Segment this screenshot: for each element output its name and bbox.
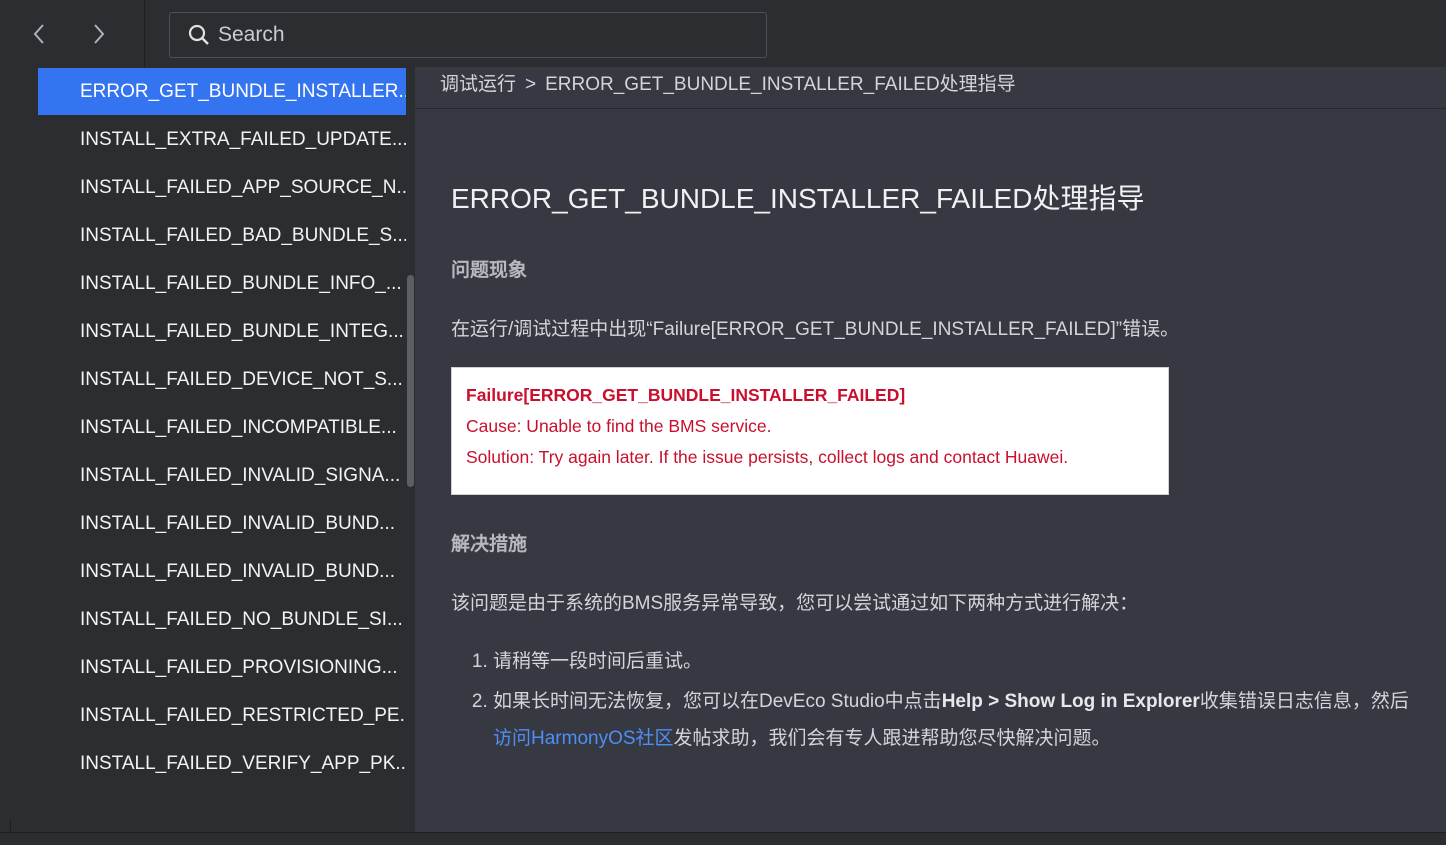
step-1-text: 请稍等一段时间后重试。 — [493, 651, 703, 672]
sidebar-scrollbar[interactable] — [407, 275, 414, 487]
breadcrumb: 调试运行 > ERROR_GET_BUNDLE_INSTALLER_FAILED处理… — [415, 67, 1446, 109]
error-line-cause: Cause: Unable to find the BMS service. — [466, 416, 772, 436]
sidebar-item-install-failed-restricted[interactable]: INSTALL_FAILED_RESTRICTED_PE... — [38, 692, 406, 739]
search-input[interactable] — [216, 22, 720, 48]
step-2-menu-path: Help > Show Log in Explorer — [941, 691, 1200, 712]
sidebar-item-install-failed-device-not[interactable]: INSTALL_FAILED_DEVICE_NOT_S... — [38, 356, 406, 403]
error-line-failure: Failure[ERROR_GET_BUNDLE_INSTALLER_FAILE… — [466, 385, 906, 405]
step-2-text-mid: 收集错误日志信息，然后 — [1199, 691, 1409, 712]
sidebar-item-install-failed-no-bundle[interactable]: INSTALL_FAILED_NO_BUNDLE_SI... — [38, 596, 406, 643]
breadcrumb-current: ERROR_GET_BUNDLE_INSTALLER_FAILED处理指导 — [545, 74, 1016, 95]
solution-text: 该问题是由于系统的BMS服务异常导致，您可以尝试通过如下两种方式进行解决： — [451, 593, 1139, 614]
symptom-text: 在运行/调试过程中出现“Failure[ERROR_GET_BUNDLE_INS… — [451, 319, 1180, 340]
chevron-left-icon — [33, 24, 44, 44]
back-button[interactable] — [24, 18, 54, 50]
sidebar-item-install-failed-bad-bundle[interactable]: INSTALL_FAILED_BAD_BUNDLE_S... — [38, 212, 406, 259]
search-icon — [188, 24, 209, 45]
sidebar-item-install-failed-invalid-signa[interactable]: INSTALL_FAILED_INVALID_SIGNA... — [38, 452, 406, 499]
search-box[interactable] — [169, 12, 767, 58]
top-toolbar — [0, 0, 1446, 68]
step-2-text-pre: 如果长时间无法恢复，您可以在DevEco Studio中点击 — [493, 691, 942, 712]
section-heading-symptom: 问题现象 — [451, 260, 528, 281]
solution-step-1: 请稍等一段时间后重试。 — [493, 643, 1411, 680]
sidebar-item-install-failed-bundle-integ[interactable]: INSTALL_FAILED_BUNDLE_INTEG... — [38, 308, 406, 355]
harmonyos-community-link[interactable]: 访问HarmonyOS社区 — [493, 728, 674, 749]
sidebar-item-install-failed-app-source[interactable]: INSTALL_FAILED_APP_SOURCE_N... — [38, 164, 406, 211]
sidebar-item-install-failed-invalid-bund-1[interactable]: INSTALL_FAILED_INVALID_BUND... — [38, 500, 406, 547]
sidebar-item-install-failed-invalid-bund-2[interactable]: INSTALL_FAILED_INVALID_BUND... — [38, 548, 406, 595]
sidebar-item-install-failed-verify-app[interactable]: INSTALL_FAILED_VERIFY_APP_PK... — [38, 740, 406, 787]
error-screenshot: Failure[ERROR_GET_BUNDLE_INSTALLER_FAILE… — [451, 367, 1169, 495]
breadcrumb-separator: > — [525, 74, 537, 95]
sidebar-item-install-failed-provisioning[interactable]: INSTALL_FAILED_PROVISIONING... — [38, 644, 406, 691]
page-title: ERROR_GET_BUNDLE_INSTALLER_FAILED处理指导 — [451, 183, 1145, 214]
section-heading-solution: 解决措施 — [451, 534, 528, 555]
sidebar: ERROR_GET_BUNDLE_INSTALLER... INSTALL_EX… — [10, 67, 415, 819]
step-2-text-post: 发帖求助，我们会有专人跟进帮助您尽快解决问题。 — [673, 728, 1111, 749]
article-panel: 调试运行 > ERROR_GET_BUNDLE_INSTALLER_FAILED处理… — [415, 67, 1446, 832]
error-line-solution: Solution: Try again later. If the issue … — [466, 447, 1069, 467]
forward-button[interactable] — [84, 18, 114, 50]
sidebar-item-error-get-bundle-installer[interactable]: ERROR_GET_BUNDLE_INSTALLER... — [38, 68, 406, 115]
chevron-right-icon — [94, 24, 105, 44]
bottom-status-strip — [0, 832, 1446, 845]
toolbar-divider — [144, 0, 145, 67]
breadcrumb-parent-link[interactable]: 调试运行 — [440, 74, 516, 95]
sidebar-item-install-extra-failed-update[interactable]: INSTALL_EXTRA_FAILED_UPDATE... — [38, 116, 406, 163]
solution-step-2: 如果长时间无法恢复，您可以在DevEco Studio中点击Help > Sho… — [493, 683, 1411, 757]
sidebar-item-install-failed-incompatible[interactable]: INSTALL_FAILED_INCOMPATIBLE... — [38, 404, 406, 451]
solution-steps: 请稍等一段时间后重试。 如果长时间无法恢复，您可以在DevEco Studio中… — [451, 643, 1411, 760]
sidebar-item-install-failed-bundle-info[interactable]: INSTALL_FAILED_BUNDLE_INFO_... — [38, 260, 406, 307]
